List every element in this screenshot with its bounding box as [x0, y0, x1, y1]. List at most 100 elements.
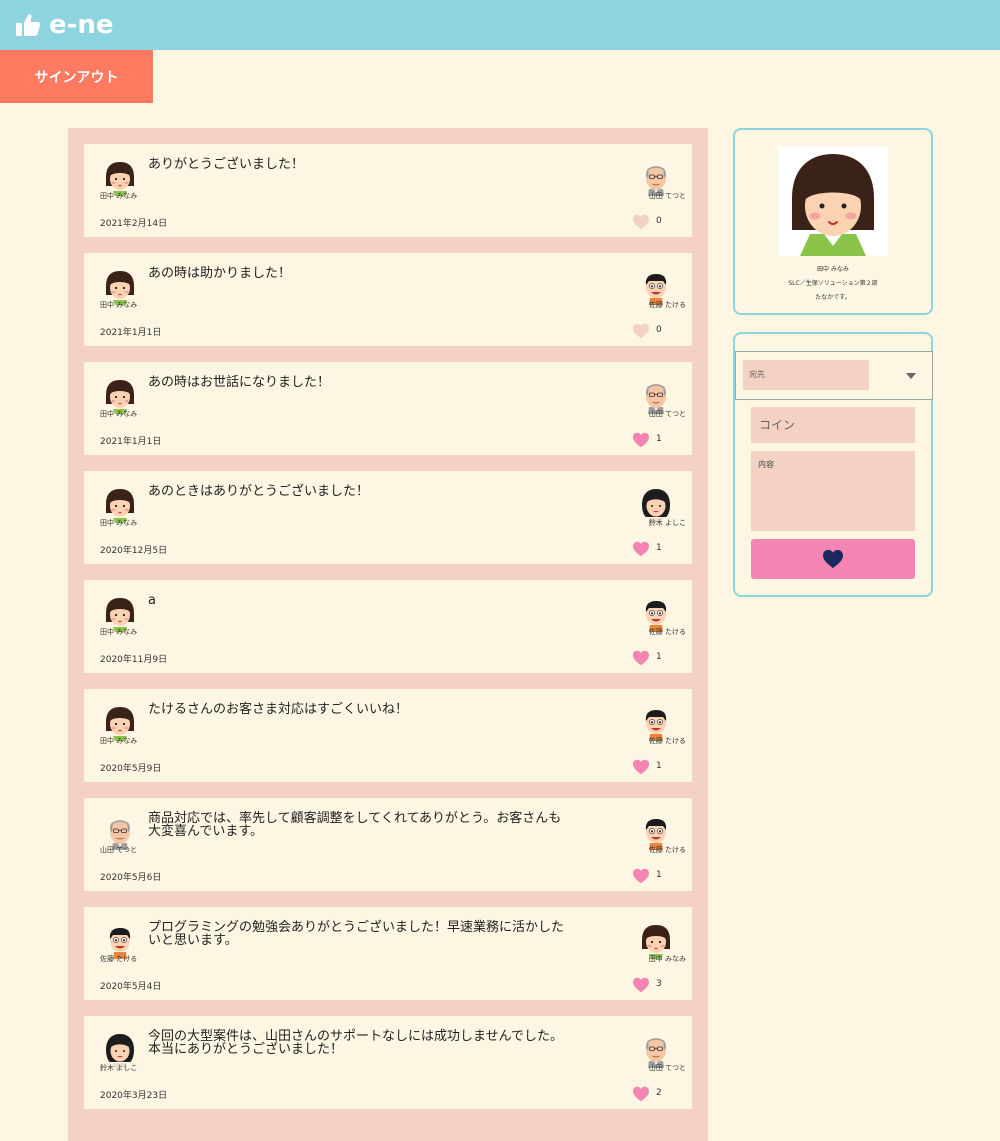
message-card: 山田 てつと 商品対応では、率先して顧客調整をしてくれてありがとう。お客さんも大変…	[84, 798, 692, 891]
message-card: 田中 みなみ ありがとうございました！ 山田 てつと 2021年2月14日 0	[84, 144, 692, 237]
recipient-placeholder: 宛先	[743, 360, 869, 390]
sender-name: 田中 みなみ	[100, 301, 138, 309]
message-date: 2020年5月9日	[100, 764, 162, 774]
message-text: あの時はお世話になりました！	[148, 375, 331, 390]
heart-icon[interactable]	[632, 650, 652, 666]
sender-avatar[interactable]	[100, 592, 140, 632]
content-input[interactable]	[751, 451, 915, 531]
message-card: 田中 みなみ あのときはありがとうございました！ 鈴木 よしこ 2020年12月5日 1	[84, 471, 692, 564]
message-feed: 田中 みなみ ありがとうございました！ 山田 てつと 2021年2月14日 0 田中 みな…	[68, 128, 708, 1141]
like-count: 1	[656, 543, 662, 553]
message-text: たけるさんのお客さま対応はすごくいいね！	[148, 702, 409, 717]
sender-name: 山田 てつと	[100, 846, 138, 854]
heart-icon[interactable]	[632, 1086, 652, 1102]
signout-button[interactable]: サインアウト	[0, 50, 153, 103]
message-card: 田中 みなみ あの時はお世話になりました！ 山田 てつと 2021年1月1日 1	[84, 362, 692, 455]
recipient-avatar[interactable]	[636, 701, 676, 741]
message-card: 佐藤 たける プログラミングの勉強会ありがとうございました！早速業務に活かしたいと…	[84, 907, 692, 1000]
sender-name: 佐藤 たける	[100, 955, 138, 963]
recipient-avatar[interactable]	[636, 483, 676, 523]
recipient-name: 佐藤 たける	[648, 846, 686, 854]
app-header: e-ne	[0, 0, 1000, 50]
like-count: 2	[656, 1088, 662, 1098]
message-text: 商品対応では、率先して顧客調整をしてくれてありがとう。お客さんも大変喜んでいます…	[148, 811, 562, 839]
sender-avatar[interactable]	[100, 919, 140, 959]
recipient-avatar[interactable]	[636, 810, 676, 850]
message-card: 田中 みなみ a 佐藤 たける 2020年11月9日 1	[84, 580, 692, 673]
like-count: 3	[656, 979, 662, 989]
like-count: 0	[656, 216, 662, 226]
heart-icon[interactable]	[632, 759, 652, 775]
recipient-name: 山田 てつと	[648, 410, 686, 418]
send-form: 宛先	[733, 332, 933, 597]
chevron-down-icon	[906, 373, 916, 379]
like-count: 1	[656, 652, 662, 662]
message-date: 2020年3月23日	[100, 1091, 168, 1101]
like-count: 1	[656, 870, 662, 880]
coin-input[interactable]	[751, 407, 915, 443]
recipient-name: 田中 みなみ	[648, 955, 686, 963]
message-date: 2021年1月1日	[100, 328, 162, 338]
message-text: a	[148, 593, 156, 608]
send-button[interactable]	[751, 539, 915, 579]
message-text: あの時は助かりました！	[148, 266, 292, 281]
recipient-avatar[interactable]	[636, 156, 676, 196]
sender-name: 田中 みなみ	[100, 519, 138, 527]
thumbs-up-icon	[15, 12, 41, 38]
sender-avatar[interactable]	[100, 156, 140, 196]
recipient-name: 佐藤 たける	[648, 737, 686, 745]
recipient-select[interactable]: 宛先	[735, 351, 933, 400]
sender-name: 田中 みなみ	[100, 628, 138, 636]
sender-avatar[interactable]	[100, 483, 140, 523]
like-count: 1	[656, 761, 662, 771]
recipient-avatar[interactable]	[636, 919, 676, 959]
heart-icon[interactable]	[632, 323, 652, 339]
recipient-avatar[interactable]	[636, 265, 676, 305]
message-date: 2020年11月9日	[100, 655, 168, 665]
profile-name: 田中 みなみ	[817, 266, 849, 273]
message-card: 鈴木 よしこ 今回の大型案件は、山田さんのサポートなしには成功しませんでした。本当…	[84, 1016, 692, 1109]
sender-avatar[interactable]	[100, 1028, 140, 1068]
profile-card: 田中 みなみ SLC／生保ソリューション第２部 たなかです。	[733, 128, 933, 315]
profile-department: SLC／生保ソリューション第２部	[788, 280, 878, 287]
recipient-name: 鈴木 よしこ	[648, 519, 686, 527]
sender-avatar[interactable]	[100, 265, 140, 305]
sender-avatar[interactable]	[100, 374, 140, 414]
message-date: 2020年5月6日	[100, 873, 162, 883]
heart-icon[interactable]	[632, 977, 652, 993]
recipient-name: 山田 てつと	[648, 1064, 686, 1072]
heart-icon[interactable]	[632, 432, 652, 448]
message-date: 2020年5月4日	[100, 982, 162, 992]
message-date: 2021年1月1日	[100, 437, 162, 447]
profile-photo	[778, 146, 888, 256]
sender-name: 鈴木 よしこ	[100, 1064, 138, 1072]
sender-avatar[interactable]	[100, 810, 140, 850]
sender-name: 田中 みなみ	[100, 192, 138, 200]
heart-icon[interactable]	[632, 214, 652, 230]
sender-name: 田中 みなみ	[100, 410, 138, 418]
sender-name: 田中 みなみ	[100, 737, 138, 745]
recipient-name: 山田 てつと	[648, 192, 686, 200]
app-title: e-ne	[49, 10, 114, 40]
sender-avatar[interactable]	[100, 701, 140, 741]
heart-icon	[751, 549, 915, 569]
heart-icon[interactable]	[632, 541, 652, 557]
recipient-avatar[interactable]	[636, 592, 676, 632]
message-date: 2020年12月5日	[100, 546, 168, 556]
message-text: 今回の大型案件は、山田さんのサポートなしには成功しませんでした。本当にありがとう…	[148, 1029, 563, 1057]
app-logo[interactable]: e-ne	[15, 9, 114, 41]
message-text: プログラミングの勉強会ありがとうございました！早速業務に活かしたいと思います。	[148, 920, 565, 948]
like-count: 1	[656, 434, 662, 444]
like-count: 0	[656, 325, 662, 335]
message-date: 2021年2月14日	[100, 219, 168, 229]
profile-bio: たなかです。	[815, 294, 851, 301]
recipient-name: 佐藤 たける	[648, 628, 686, 636]
recipient-avatar[interactable]	[636, 374, 676, 414]
message-card: 田中 みなみ あの時は助かりました！ 佐藤 たける 2021年1月1日 0	[84, 253, 692, 346]
message-text: ありがとうございました！	[148, 157, 305, 172]
heart-icon[interactable]	[632, 868, 652, 884]
message-text: あのときはありがとうございました！	[148, 484, 370, 499]
recipient-name: 佐藤 たける	[648, 301, 686, 309]
message-card: 田中 みなみ たけるさんのお客さま対応はすごくいいね！ 佐藤 たける 2020年5月9…	[84, 689, 692, 782]
recipient-avatar[interactable]	[636, 1028, 676, 1068]
